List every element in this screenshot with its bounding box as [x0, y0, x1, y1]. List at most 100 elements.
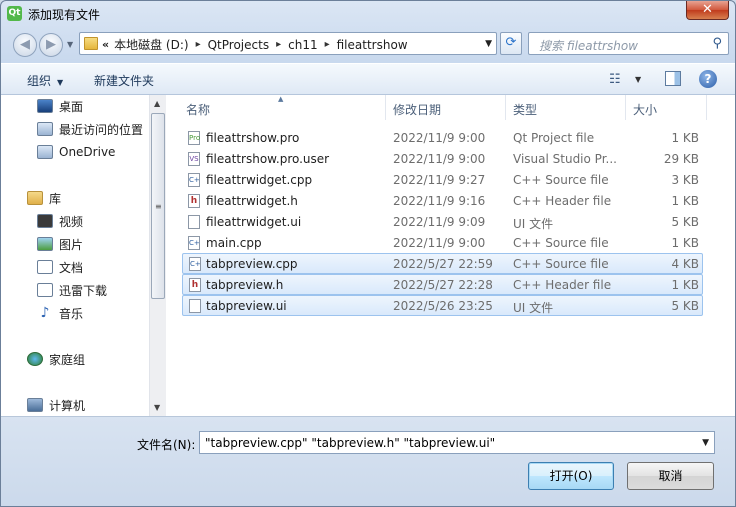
column-divider[interactable] [625, 95, 626, 120]
scroll-down-icon[interactable]: ▼ [154, 403, 160, 412]
file-row-selected[interactable]: h tabpreview.h 2022/5/27 22:28 C++ Heade… [182, 274, 703, 295]
file-row-selected[interactable]: tabpreview.ui 2022/5/26 23:25 UI 文件 5 KB [182, 295, 703, 316]
file-type: Qt Project file [513, 131, 595, 145]
organize-button[interactable]: 组织 ▼ [27, 72, 63, 89]
file-row-selected[interactable]: C+ tabpreview.cpp 2022/5/27 22:59 C++ So… [182, 253, 703, 274]
sidebar-item-homegroup[interactable]: 家庭组 [27, 350, 85, 368]
sidebar-scrollbar[interactable]: ▲ ≡ ▼ [149, 95, 166, 416]
file-row[interactable]: VS fileattrshow.pro.user 2022/11/9 9:00 … [182, 149, 703, 170]
file-row[interactable]: C+ fileattrwidget.cpp 2022/11/9 9:27 C++… [182, 170, 703, 191]
search-input[interactable]: 搜索 fileattrshow [539, 37, 638, 54]
sidebar-item-recent-places[interactable]: 最近访问的位置 [37, 120, 143, 138]
view-options-icon[interactable]: ☷ [609, 72, 621, 87]
address-bar[interactable]: « 本地磁盘 (D:) ▸ QtProjects ▸ ch11 ▸ fileat… [79, 32, 497, 55]
sidebar-item-onedrive[interactable]: OneDrive [37, 143, 115, 161]
breadcrumb-overflow-chevron[interactable]: « [102, 38, 109, 51]
qt-app-icon: Qt [7, 6, 22, 21]
sidebar-item-label: OneDrive [59, 145, 116, 159]
breadcrumb-separator-icon[interactable]: ▸ [325, 39, 330, 50]
open-button[interactable]: 打开(O) [528, 462, 614, 490]
scroll-thumb[interactable]: ≡ [151, 113, 165, 299]
file-name: fileattrwidget.cpp [206, 173, 313, 187]
computer-icon [27, 398, 43, 412]
file-date: 2022/11/9 9:16 [393, 194, 486, 208]
file-name: fileattrshow.pro.user [206, 152, 330, 166]
search-box[interactable]: 搜索 fileattrshow ⚲ [528, 32, 729, 55]
close-button[interactable]: ✕ [686, 1, 729, 20]
file-date: 2022/11/9 9:00 [393, 236, 486, 250]
sidebar-item-music[interactable]: ♪ 音乐 [37, 304, 83, 322]
file-name: fileattrwidget.ui [206, 215, 302, 229]
column-header: ▲ 名称 修改日期 类型 大小 [166, 95, 735, 120]
folder-icon [84, 37, 98, 50]
address-dropdown-icon[interactable]: ▼ [485, 39, 492, 49]
breadcrumb-separator-icon[interactable]: ▸ [196, 39, 201, 50]
scroll-up-icon[interactable]: ▲ [154, 99, 160, 108]
breadcrumb-separator-icon[interactable]: ▸ [276, 39, 281, 50]
search-icon[interactable]: ⚲ [712, 36, 722, 51]
column-name[interactable]: 名称 [186, 101, 210, 118]
sidebar-item-label: 音乐 [59, 306, 84, 321]
view-dropdown-icon[interactable]: ▼ [635, 75, 641, 84]
recent-locations-dropdown[interactable]: ▼ [67, 40, 73, 49]
file-type: C++ Header file [513, 278, 612, 292]
forward-button[interactable]: ▶ [39, 33, 63, 57]
file-size: 29 KB [663, 152, 699, 166]
file-size: 1 KB [671, 131, 699, 145]
file-type: C++ Source file [513, 173, 609, 187]
header-file-icon: h [188, 194, 200, 208]
file-type: UI 文件 [513, 217, 554, 231]
column-modified[interactable]: 修改日期 [393, 101, 441, 118]
sidebar-item-videos[interactable]: 视频 [37, 212, 83, 230]
breadcrumb-item-fileattrshow[interactable]: fileattrshow [337, 38, 408, 52]
breadcrumb-item-qtprojects[interactable]: QtProjects [208, 38, 269, 52]
file-size: 4 KB [671, 257, 699, 271]
preview-pane-icon[interactable] [665, 71, 681, 86]
sidebar-item-label: 计算机 [49, 398, 86, 413]
file-row[interactable]: h fileattrwidget.h 2022/11/9 9:16 C++ He… [182, 191, 703, 212]
column-size[interactable]: 大小 [633, 101, 657, 118]
open-file-dialog: Qt 添加现有文件 ✕ ◀ ▶ ▼ « 本地磁盘 (D:) ▸ QtProjec… [0, 0, 736, 507]
recent-places-icon [37, 122, 53, 136]
sidebar-item-computer[interactable]: 计算机 [27, 396, 85, 414]
refresh-button[interactable]: ⟳ [500, 32, 522, 55]
new-folder-button[interactable]: 新建文件夹 [94, 72, 154, 89]
breadcrumb-item-ch11[interactable]: ch11 [288, 38, 317, 52]
sort-ascending-icon: ▲ [278, 95, 284, 103]
file-type: C++ Header file [513, 194, 612, 208]
column-divider[interactable] [505, 95, 506, 120]
filename-label: 文件名(N): [137, 438, 196, 452]
file-date: 2022/5/27 22:59 [393, 257, 493, 271]
sidebar-item-pictures[interactable]: 图片 [37, 235, 83, 253]
file-row[interactable]: fileattrwidget.ui 2022/11/9 9:09 UI 文件 5… [182, 212, 703, 233]
sidebar-item-libraries[interactable]: 库 [27, 189, 61, 207]
file-name: main.cpp [206, 236, 262, 250]
filename-field[interactable]: "tabpreview.cpp" "tabpreview.h" "tabprev… [199, 431, 715, 454]
file-size: 3 KB [671, 173, 699, 187]
file-row[interactable]: Pro fileattrshow.pro 2022/11/9 9:00 Qt P… [182, 128, 703, 149]
breadcrumb: « 本地磁盘 (D:) ▸ QtProjects ▸ ch11 ▸ fileat… [102, 36, 408, 53]
column-divider[interactable] [385, 95, 386, 120]
sidebar-item-label: 最近访问的位置 [59, 122, 144, 137]
breadcrumb-item-drive[interactable]: 本地磁盘 (D:) [114, 36, 188, 53]
sidebar-item-label: 视频 [59, 214, 84, 229]
navigation-bar: ◀ ▶ ▼ « 本地磁盘 (D:) ▸ QtProjects ▸ ch11 ▸ … [1, 27, 735, 61]
cancel-button[interactable]: 取消 [627, 462, 714, 490]
sidebar-item-label: 家庭组 [49, 352, 86, 367]
title-bar: Qt 添加现有文件 ✕ [1, 1, 735, 27]
library-icon [27, 191, 43, 205]
window-title: 添加现有文件 [28, 8, 101, 22]
file-date: 2022/11/9 9:27 [393, 173, 486, 187]
sidebar-item-documents[interactable]: 文档 [37, 258, 83, 276]
file-list: ▲ 名称 修改日期 类型 大小 Pro fileattrshow.pro 202… [166, 95, 735, 416]
help-icon[interactable]: ? [699, 70, 717, 88]
filename-value[interactable]: "tabpreview.cpp" "tabpreview.h" "tabprev… [205, 436, 495, 450]
dialog-footer: 文件名(N): "tabpreview.cpp" "tabpreview.h" … [1, 416, 735, 506]
filename-dropdown-icon[interactable]: ▼ [702, 438, 709, 448]
file-row[interactable]: C+ main.cpp 2022/11/9 9:00 C++ Source fi… [182, 233, 703, 254]
column-type[interactable]: 类型 [513, 101, 537, 118]
back-button[interactable]: ◀ [13, 33, 37, 57]
sidebar-item-downloads[interactable]: 迅雷下载 [37, 281, 107, 299]
column-divider[interactable] [706, 95, 707, 120]
sidebar-item-desktop[interactable]: 桌面 [37, 97, 83, 115]
